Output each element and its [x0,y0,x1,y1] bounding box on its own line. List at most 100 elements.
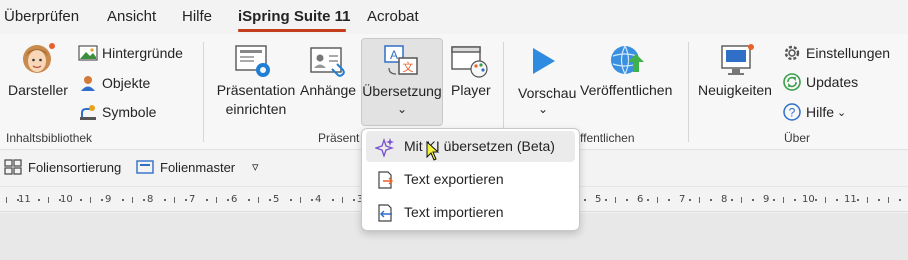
toolbar-more-chevron-icon[interactable]: ▿ [252,159,259,175]
tab-hilfe[interactable]: Hilfe [182,8,212,25]
ruler-tick [332,199,334,201]
symbol-pointer-icon [80,105,96,120]
group-separator [688,42,689,142]
publish-globe-icon [608,42,644,83]
ruler-tick [815,199,817,201]
updates-button[interactable]: Updates [782,71,858,93]
ruler-tick [164,199,166,201]
menu-item-label: Text importieren [404,204,504,220]
symbole-label: Symbole [102,104,157,120]
menu-item-mit-ki-uebersetzen[interactable]: Mit KI übersetzen (Beta) [366,131,575,162]
einstellungen-label: Einstellungen [806,45,891,61]
slide-master-icon [136,160,154,174]
ruler-tick [783,197,784,203]
ruler-tick [174,197,175,203]
ruler-tick [657,197,658,203]
vorschau-chevron-icon[interactable]: ⌄ [538,100,548,119]
darsteller-button-label[interactable]: Darsteller [8,81,68,100]
ruler-tick [699,197,700,203]
person-object-icon [81,76,95,91]
symbole-button[interactable]: Symbole [78,101,156,123]
ruler-tick [6,197,7,203]
svg-text:A: A [390,48,398,62]
group-label-ueber: Über [784,131,811,145]
ruler-tick [857,199,859,201]
ruler-tick [899,199,901,201]
ruler-tick [668,199,670,201]
ruler-number: 8 [147,194,154,205]
export-document-icon [378,171,393,189]
slide-sorter-icon [4,159,22,175]
group-label-inhaltsbibliothek: Inhaltsbibliothek [6,131,93,145]
group-label-praesentation: Präsent [318,131,360,145]
ruler-tick [689,199,691,201]
sparkle-icon [375,137,395,157]
ruler-tick [615,197,616,203]
ruler-tick [731,199,733,201]
ruler-tick [80,199,82,201]
foliensortierung-button[interactable]: Foliensortierung [4,159,121,175]
ruler-number: 7 [189,194,196,205]
hintergruende-label: Hintergründe [102,45,183,61]
ribbon-tab-bar: Überprüfen Ansicht Hilfe iSpring Suite 1… [0,0,908,34]
ruler-tick [353,199,355,201]
neuigkeiten-label[interactable]: Neuigkeiten [698,81,772,100]
veroeffentlichen-label[interactable]: Veröffentlichen [580,81,672,100]
uebersetzung-chevron-icon: ⌄ [396,102,408,116]
ruler-number: 6 [637,194,644,205]
tab-ispring-suite[interactable]: iSpring Suite 11 [238,8,351,25]
ruler-tick [143,199,145,201]
ruler-tick [605,199,607,201]
ruler-tick [216,197,217,203]
ruler-tick [269,199,271,201]
uebersetzung-dropdown-menu: Mit KI übersetzen (Beta) Text exportiere… [361,128,580,231]
ruler-tick [584,199,586,201]
tab-ansicht[interactable]: Ansicht [107,8,156,25]
ruler-tick [773,199,775,201]
folienmaster-button[interactable]: Folienmaster [136,159,235,175]
group-label-veroeffentlichen: ffentlichen [580,131,635,145]
ruler-tick [248,199,250,201]
attachment-icon [309,44,347,85]
einstellungen-button[interactable]: Einstellungen [782,42,890,64]
active-tab-indicator [238,29,346,32]
ruler-number: 7 [679,194,686,205]
ruler-tick [48,197,49,203]
ruler-number: 9 [763,194,770,205]
hilfe-button[interactable]: ? Hilfe ⌄ [782,101,846,123]
image-icon [78,45,98,61]
ruler-tick [258,197,259,203]
svg-text:文: 文 [403,60,414,74]
player-palette-icon [450,44,488,83]
hintergruende-button[interactable]: Hintergründe [78,42,183,64]
praesentation-einrichten-label-line2[interactable]: einrichten [216,100,296,119]
hilfe-label: Hilfe [806,104,835,120]
presentation-settings-icon [234,44,274,85]
ruler-number: 11 [18,194,31,205]
menu-item-text-importieren[interactable]: Text importieren [366,197,575,228]
objekte-label: Objekte [102,75,151,91]
ruler-tick [342,197,343,203]
ruler-number: 6 [231,194,238,205]
anhaenge-label[interactable]: Anhänge [300,81,356,100]
translate-icon: A 文 [383,44,421,83]
player-label[interactable]: Player [451,81,491,100]
menu-item-text-exportieren[interactable]: Text exportieren [366,164,575,195]
tab-acrobat[interactable]: Acrobat [367,8,419,25]
ruler-tick [101,199,103,201]
ruler-number: 8 [721,194,728,205]
ruler-tick [867,197,868,203]
hilfe-chevron-icon: ⌄ [837,106,847,119]
ruler-tick [647,199,649,201]
tab-ueberpruefen[interactable]: Überprüfen [4,8,79,25]
svg-text:?: ? [789,106,796,120]
ruler-tick [290,199,292,201]
ruler-tick [752,199,754,201]
group-separator [503,42,504,142]
ruler-number: 9 [105,194,112,205]
objekte-button[interactable]: Objekte [78,72,150,94]
praesentation-einrichten-label-line1[interactable]: Präsentation [216,81,296,100]
ruler-tick [132,197,133,203]
ruler-tick [888,197,889,203]
ruler-number: 10 [802,194,815,205]
